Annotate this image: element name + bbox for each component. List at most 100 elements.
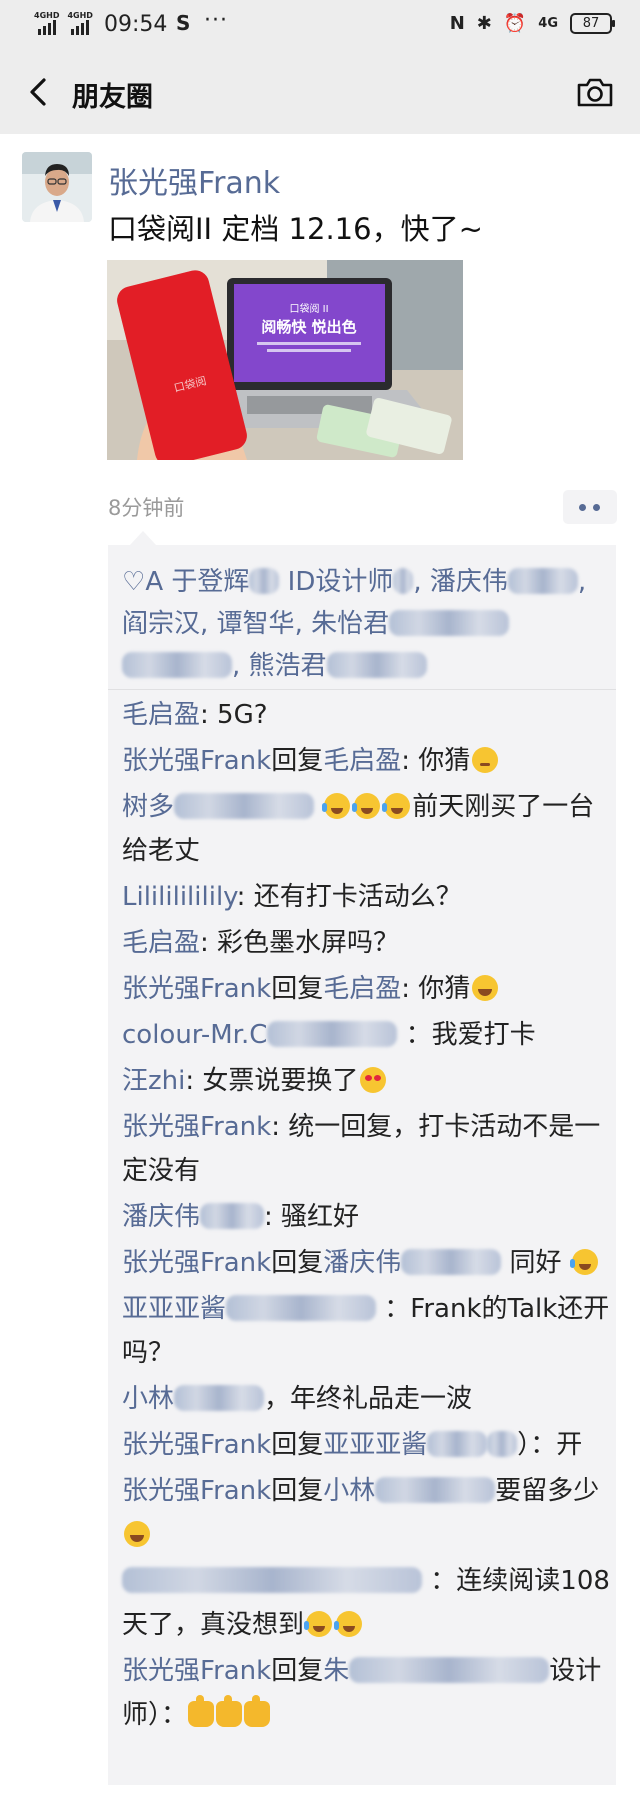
author-avatar[interactable] bbox=[22, 152, 92, 222]
reply-word: 回复 bbox=[271, 1476, 324, 1506]
comment-item[interactable]: ：连续阅读108天了，真没想到 bbox=[122, 1559, 610, 1647]
reply-target[interactable]: 潘庆伟 bbox=[323, 1248, 401, 1278]
crying-laugh-emoji-icon bbox=[382, 793, 411, 819]
thumbs-up-icon bbox=[244, 1695, 271, 1727]
like-name[interactable]: 于登辉 bbox=[171, 567, 249, 597]
commenter-name[interactable]: 潘庆伟 bbox=[122, 1202, 200, 1232]
commenter-name[interactable]: 毛启盈 bbox=[122, 700, 200, 730]
commenter-name[interactable]: 张光强Frank bbox=[122, 1248, 271, 1278]
comment-item[interactable]: 树多 前天刚买了一台给老丈 bbox=[122, 785, 610, 873]
reply-word: 回复 bbox=[271, 1248, 324, 1278]
commenter-name[interactable]: 毛启盈 bbox=[122, 928, 200, 958]
post-text: 口袋阅II 定档 12.16，快了~ bbox=[108, 212, 483, 246]
reply-target[interactable]: 毛启盈 bbox=[323, 746, 401, 776]
interaction-panel: ♡A 于登辉 ID设计师, 潘庆伟, 阎宗汉, 谭智华, 朱怡君 , 熊浩君 毛… bbox=[108, 531, 616, 1785]
like-name[interactable]: 熊浩君 bbox=[249, 651, 327, 681]
camera-icon[interactable] bbox=[576, 76, 614, 108]
commenter-name[interactable]: 亚亚亚酱 bbox=[122, 1294, 226, 1324]
comment-item[interactable]: Lilililililily: 还有打卡活动么？ bbox=[122, 875, 610, 919]
comment-item[interactable]: 张光强Frank: 统一回复，打卡活动不是一定没有 bbox=[122, 1105, 610, 1193]
comment-text: 你猜 bbox=[418, 974, 471, 1004]
comment-sep: : bbox=[264, 1202, 282, 1232]
signal-indicators: 4GHD 4GHD bbox=[34, 12, 93, 35]
commenter-name[interactable]: 张光强Frank bbox=[122, 974, 271, 1004]
signal-1: 4GHD bbox=[34, 12, 59, 35]
commenter-name[interactable]: 张光强Frank bbox=[122, 1112, 271, 1142]
product-photo: 口袋阅 II 阅畅快 悦出色 口袋阅 bbox=[107, 260, 463, 460]
app-notification-icon: S bbox=[176, 11, 191, 35]
commenter-name[interactable]: 张光强Frank bbox=[122, 746, 271, 776]
comment-item[interactable]: 张光强Frank回复潘庆伟 同好 bbox=[122, 1241, 610, 1285]
network-type: 4G bbox=[538, 16, 558, 31]
like-name[interactable]: ID设计师 bbox=[288, 567, 394, 597]
signal-2: 4GHD bbox=[67, 11, 93, 35]
commenter-name[interactable]: 汪zhi bbox=[122, 1066, 185, 1096]
avatar-image bbox=[22, 152, 92, 222]
page-title: 朋友圈 bbox=[72, 82, 153, 113]
comment-item[interactable]: colour-Mr.C ：我爱打卡 bbox=[122, 1013, 610, 1057]
battery-icon: 87 bbox=[570, 13, 615, 34]
commenter-name[interactable]: 张光强Frank bbox=[122, 1430, 271, 1460]
thumbs-up-icon bbox=[188, 1695, 215, 1727]
reply-target[interactable]: 毛启盈 bbox=[323, 974, 401, 1004]
comment-item[interactable]: 毛启盈: 5G? bbox=[122, 693, 610, 737]
commenter-name[interactable]: colour-Mr.C bbox=[122, 1020, 267, 1050]
divider bbox=[108, 689, 616, 690]
commenter-name[interactable]: 张光强Frank bbox=[122, 1476, 271, 1506]
comment-item[interactable]: 张光强Frank回复亚亚亚酱 ）：开 bbox=[122, 1423, 610, 1467]
commenter-name[interactable]: 张光强Frank bbox=[122, 1656, 271, 1686]
comment-item[interactable]: 汪zhi: 女票说要换了 bbox=[122, 1059, 610, 1103]
comment-text: 同好 bbox=[509, 1248, 562, 1278]
crying-laugh-emoji-icon bbox=[322, 793, 351, 819]
post-image[interactable]: 口袋阅 II 阅畅快 悦出色 口袋阅 bbox=[107, 260, 463, 460]
comment-sep: : bbox=[401, 746, 419, 776]
post-author[interactable]: 张光强Frank bbox=[108, 158, 280, 202]
like-name[interactable]: 朱怡君 bbox=[311, 609, 389, 639]
comment-item[interactable]: 张光强Frank回复毛启盈: 你猜 bbox=[122, 739, 610, 783]
reply-target[interactable]: 亚亚亚酱 bbox=[323, 1430, 427, 1460]
commenter-name[interactable]: Lilililililily bbox=[122, 882, 237, 912]
comment-text: 彩色墨水屏吗？ bbox=[217, 928, 400, 958]
like-comment-button[interactable] bbox=[563, 490, 617, 524]
comment-item[interactable]: 亚亚亚酱 ：Frank的Talk还开吗？ bbox=[122, 1287, 610, 1375]
status-time: 09:54 bbox=[104, 12, 168, 37]
back-arrow-icon[interactable] bbox=[24, 76, 54, 108]
signal-1-label: 4GHD bbox=[34, 11, 60, 20]
commenter-name[interactable]: 树多 bbox=[122, 792, 174, 822]
comment-item[interactable]: 小林 ，年终礼品走一波 bbox=[122, 1377, 610, 1421]
comment-item[interactable]: 张光强Frank回复朱 设计师）： bbox=[122, 1649, 610, 1737]
heart-eyes-emoji-icon bbox=[360, 1067, 387, 1093]
comment-text: 骚红好 bbox=[281, 1202, 360, 1232]
comment-sep: ： bbox=[430, 1566, 457, 1596]
signal-2-label: 4GHD bbox=[67, 11, 93, 20]
nfc-icon: N bbox=[449, 13, 465, 34]
laptop-screen-slogan: 阅畅快 悦出色 bbox=[261, 318, 356, 336]
comment-sep: : bbox=[200, 700, 218, 730]
reply-target[interactable]: 小林 bbox=[323, 1476, 375, 1506]
reply-word: 回复 bbox=[271, 974, 324, 1004]
comment-sep: : bbox=[401, 974, 419, 1004]
dot-icon bbox=[593, 504, 600, 511]
comment-list: 毛启盈: 5G? 张光强Frank回复毛启盈: 你猜 树多 前天刚买了一台给老丈… bbox=[122, 693, 610, 1739]
comment-item[interactable]: 毛启盈: 彩色墨水屏吗？ bbox=[122, 921, 610, 965]
signal-bars-icon bbox=[71, 20, 90, 35]
grin-emoji-icon bbox=[124, 1521, 150, 1547]
like-name[interactable]: 阎宗汉 bbox=[122, 609, 200, 639]
comment-item[interactable]: 潘庆伟: 骚红好 bbox=[122, 1195, 610, 1239]
comment-item[interactable]: 张光强Frank回复毛启盈: 你猜 bbox=[122, 967, 610, 1011]
like-name[interactable]: A bbox=[145, 567, 163, 597]
comment-text: 年终礼品走一波 bbox=[290, 1384, 473, 1414]
reply-word: 回复 bbox=[271, 746, 324, 776]
comment-sep: ）： bbox=[517, 1430, 557, 1460]
alarm-icon: ⏰ bbox=[503, 13, 527, 34]
commenter-name[interactable]: 小林 bbox=[122, 1384, 174, 1414]
like-name[interactable]: 谭智华 bbox=[217, 609, 295, 639]
reply-target[interactable]: 朱 bbox=[323, 1656, 349, 1686]
comment-sep: ： bbox=[384, 1294, 411, 1324]
crying-laugh-emoji-icon bbox=[569, 1249, 598, 1275]
comment-item[interactable]: 张光强Frank回复小林 要留多少 bbox=[122, 1469, 610, 1557]
thumbs-up-icon bbox=[216, 1695, 243, 1727]
comment-sep: : bbox=[200, 928, 218, 958]
like-name[interactable]: 潘庆伟 bbox=[430, 567, 508, 597]
comment-text: 你猜 bbox=[418, 746, 471, 776]
